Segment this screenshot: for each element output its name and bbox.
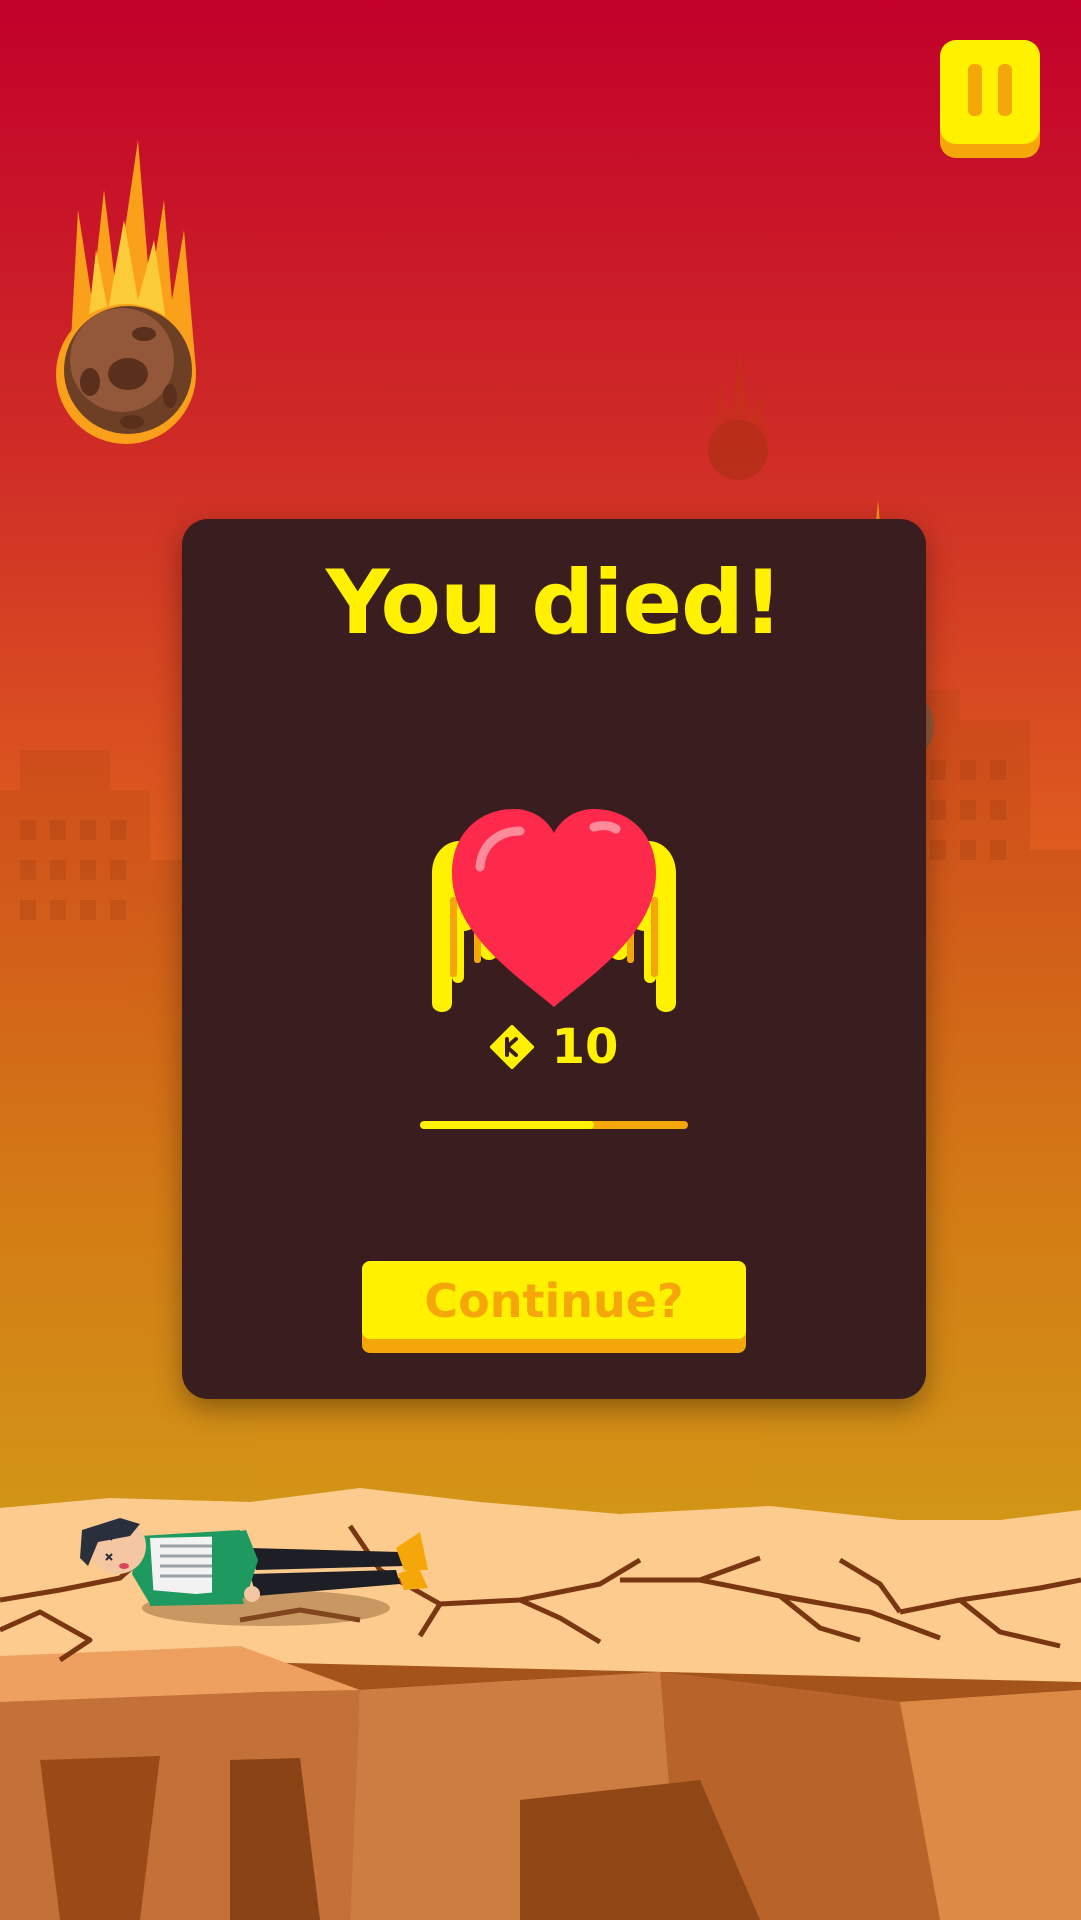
dialog-title: You died! — [325, 551, 783, 654]
continue-timer-bar — [420, 1121, 688, 1129]
coin-counter: 10 — [182, 1019, 926, 1079]
coin-count: 10 — [551, 1019, 619, 1075]
continue-timer-fill — [420, 1121, 595, 1129]
pause-icon — [940, 40, 1040, 144]
coin-icon — [489, 1025, 534, 1069]
death-dialog: You died! 10 Continue? — [182, 519, 926, 1399]
pause-button[interactable] — [940, 40, 1040, 158]
pause-bar-right — [998, 64, 1012, 116]
continue-button[interactable]: Continue? — [362, 1261, 746, 1353]
pause-bar-left — [968, 64, 982, 116]
winged-heart-icon — [404, 781, 704, 1021]
continue-button-label: Continue? — [424, 1274, 684, 1328]
